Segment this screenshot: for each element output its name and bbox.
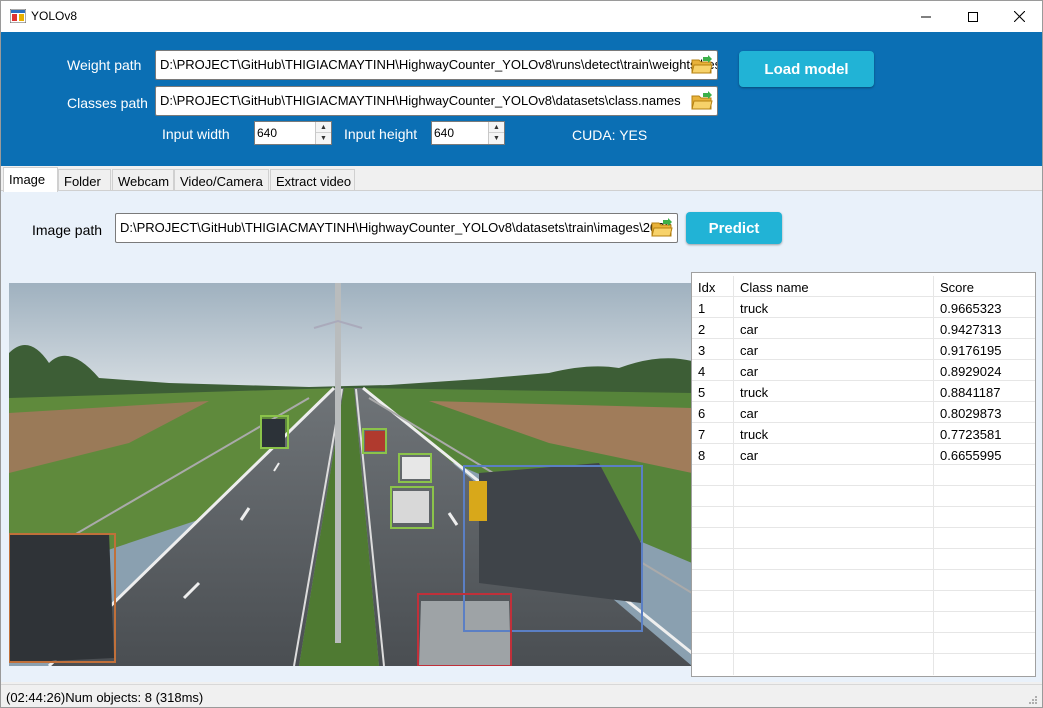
- close-button[interactable]: [996, 1, 1042, 32]
- image-path-field[interactable]: D:\PROJECT\GitHub\THIGIACMAYTINH\Highway…: [115, 213, 678, 243]
- grid-header: Idx Class name Score: [692, 276, 1035, 297]
- results-grid[interactable]: Idx Class name Score 1 truck 0.9665323 2…: [691, 272, 1036, 677]
- spin-up-icon[interactable]: ▲: [316, 122, 331, 133]
- input-height-value: 640: [434, 126, 455, 140]
- highway-scene: [9, 283, 692, 666]
- classes-path-field[interactable]: D:\PROJECT\GitHub\THIGIACMAYTINH\Highway…: [155, 86, 718, 116]
- cell-score: 0.8929024: [940, 364, 1002, 379]
- weight-path-field[interactable]: D:\PROJECT\GitHub\THIGIACMAYTINH\Highway…: [155, 50, 718, 80]
- tab-video-camera[interactable]: Video/Camera: [174, 169, 269, 191]
- model-config-panel: Weight path D:\PROJECT\GitHub\THIGIACMAY…: [1, 32, 1042, 166]
- cell-class: truck: [734, 297, 934, 318]
- cell-class: car: [734, 402, 934, 423]
- window-title: YOLOv8: [31, 9, 78, 23]
- column-header-score[interactable]: Score: [934, 276, 1035, 297]
- image-tab-panel: Image path D:\PROJECT\GitHub\THIGIACMAYT…: [1, 190, 1042, 682]
- input-width-value: 640: [257, 126, 278, 140]
- empty-row: [692, 591, 1035, 612]
- empty-row: [692, 549, 1035, 570]
- tab-extract-video[interactable]: Extract video: [270, 169, 355, 191]
- cell-idx: 4: [692, 360, 734, 381]
- cell-score: 0.8841187: [940, 385, 1001, 400]
- cell-class: car: [734, 360, 934, 381]
- cuda-status: CUDA: YES: [572, 127, 648, 143]
- weight-path-label: Weight path: [67, 57, 142, 73]
- tab-image[interactable]: Image: [3, 167, 58, 192]
- input-width-spinner[interactable]: ▲ ▼: [315, 122, 331, 144]
- predict-button[interactable]: Predict: [686, 212, 782, 244]
- tab-folder[interactable]: Folder: [58, 169, 111, 191]
- table-row[interactable]: 6 car 0.8029873: [692, 402, 1035, 423]
- empty-row: [692, 654, 1035, 675]
- folder-open-icon[interactable]: [651, 218, 673, 238]
- classes-path-label: Classes path: [67, 95, 148, 111]
- maximize-button[interactable]: [950, 1, 996, 32]
- column-header-idx[interactable]: Idx: [692, 276, 734, 297]
- status-text: (02:44:26)Num objects: 8 (318ms): [6, 690, 204, 705]
- empty-row: [692, 465, 1035, 486]
- table-row[interactable]: 5 truck 0.8841187: [692, 381, 1035, 402]
- table-row[interactable]: 3 car 0.9176195: [692, 339, 1035, 360]
- cell-score: 0.7723581: [940, 427, 1002, 442]
- tab-strip: Image Folder Webcam Video/Camera Extract…: [1, 167, 1042, 192]
- classes-path-value: D:\PROJECT\GitHub\THIGIACMAYTINH\Highway…: [160, 93, 681, 108]
- cell-class: car: [734, 444, 934, 465]
- minimize-button[interactable]: [903, 1, 949, 32]
- title-bar: YOLOv8: [1, 1, 1042, 32]
- cell-score: 0.8029873: [940, 406, 1002, 421]
- empty-row: [692, 612, 1035, 633]
- table-row[interactable]: 7 truck 0.7723581: [692, 423, 1035, 444]
- cell-idx: 2: [692, 318, 734, 339]
- input-height-stepper[interactable]: 640 ▲ ▼: [431, 121, 505, 145]
- input-height-spinner[interactable]: ▲ ▼: [488, 122, 504, 144]
- empty-row: [692, 528, 1035, 549]
- cell-idx: 6: [692, 402, 734, 423]
- empty-row: [692, 507, 1035, 528]
- column-header-class[interactable]: Class name: [734, 276, 934, 297]
- resize-grip-icon[interactable]: [1028, 695, 1038, 705]
- table-row[interactable]: 2 car 0.9427313: [692, 318, 1035, 339]
- input-width-label: Input width: [162, 126, 230, 142]
- spin-down-icon[interactable]: ▼: [316, 133, 331, 144]
- close-icon: [1013, 11, 1025, 22]
- cell-class: truck: [734, 381, 934, 402]
- spin-down-icon[interactable]: ▼: [489, 133, 504, 144]
- table-row[interactable]: 8 car 0.6655995: [692, 444, 1035, 465]
- minimize-icon: [921, 16, 931, 17]
- image-path-label: Image path: [32, 222, 103, 238]
- weight-path-value: D:\PROJECT\GitHub\THIGIACMAYTINH\Highway…: [160, 57, 718, 72]
- app-icon: [10, 9, 26, 23]
- input-width-stepper[interactable]: 640 ▲ ▼: [254, 121, 332, 145]
- cell-idx: 5: [692, 381, 734, 402]
- cell-class: car: [734, 339, 934, 360]
- cell-idx: 3: [692, 339, 734, 360]
- app-window: YOLOv8 Weight path D:\PROJECT\GitHub\THI…: [0, 0, 1043, 708]
- cell-class: truck: [734, 423, 934, 444]
- folder-open-icon[interactable]: [691, 91, 713, 111]
- folder-open-icon[interactable]: [691, 55, 713, 75]
- cell-score: 0.9176195: [940, 343, 1002, 358]
- detection-image: [9, 283, 692, 666]
- image-path-value: D:\PROJECT\GitHub\THIGIACMAYTINH\Highway…: [120, 220, 672, 235]
- empty-row: [692, 633, 1035, 654]
- cell-score: 0.9427313: [940, 322, 1002, 337]
- cell-score: 0.9665323: [940, 301, 1002, 316]
- status-bar: (02:44:26)Num objects: 8 (318ms): [1, 684, 1042, 707]
- load-model-button[interactable]: Load model: [739, 51, 874, 87]
- table-row[interactable]: 4 car 0.8929024: [692, 360, 1035, 381]
- empty-row: [692, 570, 1035, 591]
- cell-idx: 8: [692, 444, 734, 465]
- cell-class: car: [734, 318, 934, 339]
- cell-idx: 1: [692, 297, 734, 318]
- cell-idx: 7: [692, 423, 734, 444]
- cell-score: 0.6655995: [940, 448, 1002, 463]
- spin-up-icon[interactable]: ▲: [489, 122, 504, 133]
- maximize-icon: [968, 11, 978, 22]
- tab-webcam[interactable]: Webcam: [112, 169, 174, 191]
- input-height-label: Input height: [344, 126, 418, 142]
- empty-row: [692, 486, 1035, 507]
- table-row[interactable]: 1 truck 0.9665323: [692, 297, 1035, 318]
